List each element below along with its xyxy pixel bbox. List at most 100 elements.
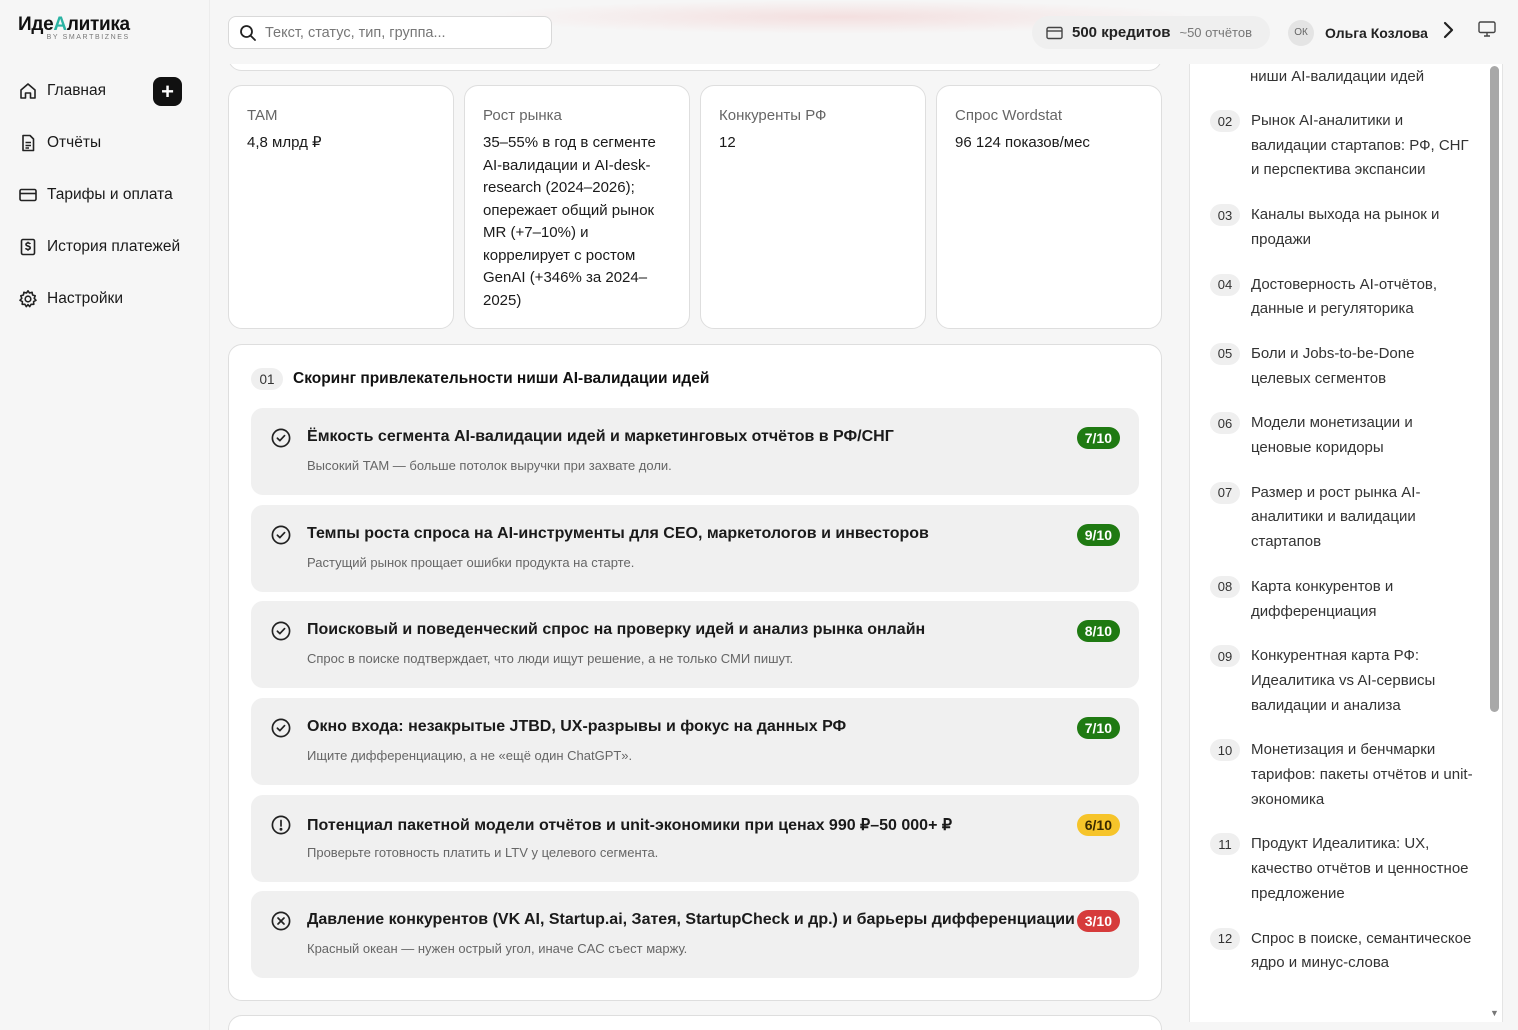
- check-circle-icon: [271, 718, 291, 738]
- toc-item[interactable]: 12 Спрос в поиске, семантическое ядро и …: [1210, 927, 1480, 976]
- sidebar: ИдеАлитика BY SMARTBIZNES Главная + Отчё…: [0, 0, 210, 1030]
- top-bar: 500 кредитов ~50 отчётов ОК Ольга Козлов…: [210, 0, 1518, 64]
- score-title: Давление конкурентов (VK AI, Startup.ai,…: [307, 911, 1075, 929]
- toc-label: Продукт Идеалитика: UX, качество отчётов…: [1251, 835, 1469, 902]
- toc-number: 02: [1210, 110, 1240, 132]
- toc-number: 08: [1210, 575, 1240, 598]
- toc-item[interactable]: 03 Каналы выхода на рынок и продажи: [1210, 203, 1480, 252]
- toc-label: Монетизация и бенчмарки тарифов: пакеты …: [1251, 741, 1473, 808]
- score-description: Спрос в поиске подтверждает, что люди ищ…: [307, 651, 794, 667]
- kpi-value: 12: [719, 134, 736, 151]
- credits-badge[interactable]: 500 кредитов ~50 отчётов: [1032, 16, 1270, 49]
- document-icon: [18, 133, 38, 153]
- search-input[interactable]: [265, 24, 535, 41]
- score-item[interactable]: Поисковый и поведенческий спрос на прове…: [251, 601, 1139, 689]
- kpi-value: 35–55% в год в сегменте AI-валидации и A…: [483, 134, 656, 309]
- toc-label: Размер и рост рынка AI-аналитики и валид…: [1251, 483, 1421, 551]
- score-item[interactable]: Потенциал пакетной модели отчётов и unit…: [251, 794, 1139, 882]
- toc-number: 07: [1210, 481, 1240, 504]
- table-of-contents: ниши AI-валидации идей 02 Рынок AI-анали…: [1189, 64, 1503, 1022]
- search-box[interactable]: [228, 16, 552, 49]
- toc-item[interactable]: 02 Рынок AI-аналитики и валидации старта…: [1210, 109, 1480, 183]
- score-title: Темпы роста спроса на AI-инструменты для…: [307, 524, 929, 542]
- toc-label: Модели монетизации и ценовые коридоры: [1251, 414, 1413, 457]
- kpi-card-competitors: Конкуренты РФ 12: [700, 85, 926, 329]
- toc-label: Достоверность AI-отчётов, данные и регул…: [1251, 275, 1438, 318]
- kpi-value: 4,8 млрд ₽: [247, 134, 322, 151]
- scroll-down-arrow-icon[interactable]: ▼: [1490, 1008, 1499, 1018]
- check-circle-icon: [271, 428, 291, 448]
- toc-label: Спрос в поиске, семантическое ядро и мин…: [1251, 929, 1472, 972]
- score-title: Поисковый и поведенческий спрос на прове…: [307, 621, 926, 639]
- search-icon: [240, 24, 256, 41]
- kpi-label: Спрос Wordstat: [955, 107, 1063, 124]
- score-item[interactable]: Темпы роста спроса на AI-инструменты для…: [251, 504, 1139, 592]
- user-menu[interactable]: ОК Ольга Козлова: [1288, 16, 1454, 49]
- check-circle-icon: [271, 525, 291, 545]
- toc-number: 12: [1210, 927, 1240, 950]
- kpi-card-tam: TAM 4,8 млрд ₽: [228, 85, 454, 329]
- section-title: Скоринг привлекательности ниши AI-валида…: [293, 370, 710, 387]
- kpi-label: TAM: [247, 107, 278, 124]
- score-badge: 3/10: [1076, 910, 1120, 933]
- previous-card: [228, 64, 1162, 71]
- toc-number: 09: [1210, 645, 1240, 668]
- sidebar-item-label: История платежей: [47, 238, 181, 255]
- credit-card-icon: [1046, 26, 1063, 39]
- kpi-label: Конкуренты РФ: [719, 107, 827, 124]
- toc-list: 02 Рынок AI-аналитики и валидации старта…: [1210, 109, 1480, 996]
- toc-label: Рынок AI-аналитики и валидации стартапов…: [1251, 112, 1469, 179]
- toc-label: Боли и Jobs-to-be-Done целевых сегментов: [1251, 344, 1415, 387]
- kpi-label: Рост рынка: [483, 107, 562, 124]
- toc-label: Конкурентная карта РФ: Идеалитика vs AI-…: [1251, 647, 1436, 714]
- score-title: Потенциал пакетной модели отчётов и unit…: [307, 816, 953, 834]
- credits-amount: 500 кредитов: [1072, 24, 1171, 41]
- score-badge: 8/10: [1076, 620, 1120, 643]
- score-item[interactable]: Давление конкурентов (VK AI, Startup.ai,…: [251, 891, 1139, 979]
- sidebar-item-home[interactable]: Главная +: [0, 72, 210, 110]
- sidebar-item-payment-history[interactable]: История платежей: [0, 228, 210, 266]
- sidebar-nav: Главная + Отчёты Тарифы и оплата История…: [0, 72, 210, 332]
- toc-item[interactable]: 06 Модели монетизации и ценовые коридоры: [1210, 411, 1480, 460]
- score-badge: 6/10: [1076, 813, 1120, 836]
- x-circle-icon: [271, 911, 291, 931]
- score-title: Окно входа: незакрытые JTBD, UX-разрывы …: [307, 718, 847, 736]
- toc-number: 05: [1210, 342, 1240, 365]
- toc-scrollbar[interactable]: ▼: [1487, 64, 1503, 1022]
- sidebar-item-reports[interactable]: Отчёты: [0, 124, 210, 162]
- add-report-button[interactable]: +: [153, 77, 182, 106]
- sidebar-item-label: Главная: [47, 82, 106, 99]
- score-item[interactable]: Окно входа: незакрытые JTBD, UX-разрывы …: [251, 698, 1139, 786]
- kpi-card-market-growth: Рост рынка 35–55% в год в сегменте AI-ва…: [464, 85, 690, 329]
- toc-item[interactable]: 11 Продукт Идеалитика: UX, качество отчё…: [1210, 832, 1480, 906]
- kpi-card-wordstat: Спрос Wordstat 96 124 показов/мес: [936, 85, 1162, 329]
- monitor-icon[interactable]: [1478, 21, 1496, 42]
- app-logo[interactable]: ИдеАлитика BY SMARTBIZNES: [18, 14, 130, 41]
- toc-label: Карта конкурентов и дифференциация: [1251, 577, 1394, 620]
- avatar: ОК: [1288, 19, 1314, 46]
- toc-item[interactable]: 08 Карта конкурентов и дифференциация: [1210, 575, 1480, 624]
- report-content: TAM 4,8 млрд ₽ Рост рынка 35–55% в год в…: [228, 64, 1162, 1030]
- score-description: Ищите дифференциацию, а не «ещё один Cha…: [307, 748, 633, 764]
- score-list: Ёмкость сегмента AI-валидации идей и мар…: [251, 408, 1139, 988]
- dollar-receipt-icon: [18, 237, 38, 257]
- sidebar-item-pricing[interactable]: Тарифы и оплата: [0, 176, 210, 214]
- home-icon: [18, 81, 38, 101]
- kpi-value: 96 124 показов/мес: [955, 134, 1090, 151]
- sidebar-item-settings[interactable]: Настройки: [0, 280, 210, 318]
- score-item[interactable]: Ёмкость сегмента AI-валидации идей и мар…: [251, 408, 1139, 495]
- toc-item[interactable]: 10 Монетизация и бенчмарки тарифов: паке…: [1210, 738, 1480, 812]
- user-name: Ольга Козлова: [1325, 24, 1428, 41]
- alert-circle-icon: [271, 815, 291, 835]
- toc-item-01-partial[interactable]: ниши AI-валидации идей: [1250, 64, 1474, 89]
- section-header: 01 Скоринг привлекательности ниши AI-вал…: [251, 368, 709, 390]
- scrollbar-thumb[interactable]: [1490, 66, 1499, 712]
- sidebar-item-label: Отчёты: [47, 134, 102, 151]
- toc-item[interactable]: 07 Размер и рост рынка AI-аналитики и ва…: [1210, 481, 1480, 555]
- chevron-right-icon: [1442, 21, 1454, 45]
- score-description: Растущий рынок прощает ошибки продукта н…: [307, 554, 635, 570]
- toc-item[interactable]: 09 Конкурентная карта РФ: Идеалитика vs …: [1210, 644, 1480, 718]
- toc-number: 04: [1210, 273, 1240, 296]
- toc-item[interactable]: 05 Боли и Jobs-to-be-Done целевых сегмен…: [1210, 342, 1480, 391]
- toc-item[interactable]: 04 Достоверность AI-отчётов, данные и ре…: [1210, 273, 1480, 322]
